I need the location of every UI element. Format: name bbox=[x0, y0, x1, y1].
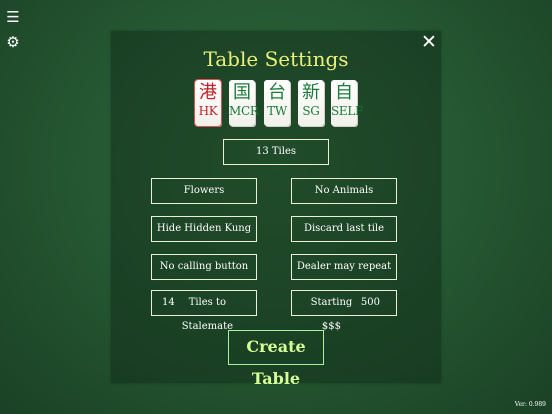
tile-code: TW bbox=[267, 104, 287, 118]
stalemate-value: 14 bbox=[162, 297, 175, 308]
gear-icon[interactable]: ⚙ bbox=[5, 34, 21, 50]
dealer-repeat-button[interactable]: Dealer may repeat bbox=[291, 254, 397, 280]
discard-last-button[interactable]: Discard last tile bbox=[291, 216, 397, 242]
tile-code: MCR bbox=[229, 104, 259, 118]
table-settings-panel: ✕ Table Settings 港 HK 国 MCR 台 TW 新 SG 自 … bbox=[111, 31, 441, 388]
tile-code: SELF bbox=[331, 104, 364, 118]
page-title: Table Settings bbox=[203, 47, 349, 71]
tile-count-button[interactable]: 13 Tiles bbox=[223, 139, 329, 165]
tile-self[interactable]: 自 SELF bbox=[331, 80, 364, 126]
tile-code: HK bbox=[198, 104, 218, 118]
stalemate-button[interactable]: 14 Tiles to Stalemate bbox=[151, 290, 257, 332]
tile-glyph: 台 bbox=[268, 82, 286, 103]
tile-mcr[interactable]: 国 MCR bbox=[229, 80, 259, 126]
starting-money-label: Starting $$$ bbox=[310, 297, 353, 332]
tile-sg[interactable]: 新 SG bbox=[298, 80, 324, 126]
tile-glyph: 港 bbox=[199, 82, 217, 103]
version-label: Ver: 0.989 bbox=[514, 401, 546, 408]
tile-code: SG bbox=[302, 104, 320, 118]
menu-icon[interactable]: ☰ bbox=[5, 9, 21, 25]
hidden-kung-button[interactable]: Hide Hidden Kung bbox=[151, 216, 257, 242]
tile-glyph: 自 bbox=[335, 82, 353, 103]
animals-button[interactable]: No Animals bbox=[291, 178, 397, 204]
tile-glyph: 新 bbox=[302, 82, 320, 103]
starting-money-button[interactable]: Starting $$$ 500 bbox=[291, 290, 397, 332]
tile-tw[interactable]: 台 TW bbox=[264, 80, 290, 126]
flowers-button[interactable]: Flowers bbox=[151, 178, 257, 204]
stalemate-label: Tiles to Stalemate bbox=[181, 297, 234, 332]
tile-glyph: 国 bbox=[233, 82, 251, 103]
tile-hk[interactable]: 港 HK bbox=[194, 79, 222, 127]
ruleset-tiles: 港 HK 国 MCR 台 TW 新 SG 自 SELF bbox=[194, 79, 364, 127]
create-table-button[interactable]: Create Table bbox=[228, 330, 324, 388]
calling-button-toggle[interactable]: No calling button bbox=[151, 254, 257, 280]
starting-money-value: 500 bbox=[360, 297, 380, 308]
